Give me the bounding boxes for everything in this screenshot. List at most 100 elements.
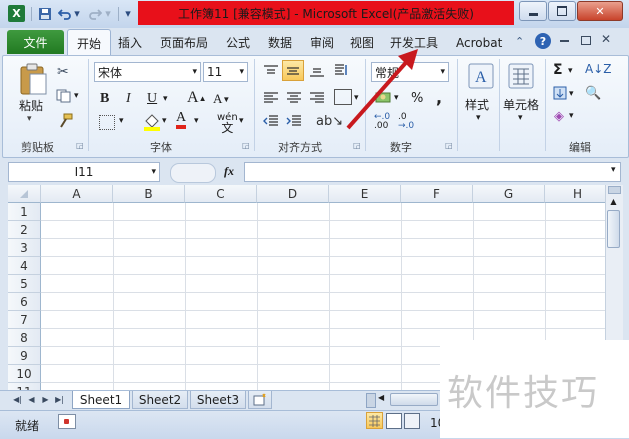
align-left-icon[interactable] [263,91,279,108]
font-color-dropdown-icon[interactable]: ▾ [194,116,199,126]
split-box-handle[interactable] [608,186,621,194]
decrease-indent-icon[interactable] [263,114,279,131]
format-painter-icon[interactable] [57,113,73,132]
close-button[interactable]: ✕ [577,1,623,21]
undo-icon[interactable] [56,5,73,22]
row-header[interactable]: 9 [8,347,41,365]
tab-insert[interactable]: 插入 [118,33,142,53]
paste-dropdown-icon[interactable]: ▾ [27,114,32,124]
tab-formulas[interactable]: 公式 [226,33,250,53]
formula-bar-divider-handle[interactable] [170,163,216,183]
number-launcher-icon[interactable]: ◲ [445,141,453,150]
phonetic-dropdown-icon[interactable]: ▾ [239,116,244,126]
column-header[interactable]: C [185,185,257,203]
next-sheet-icon[interactable]: ▶ [40,393,51,405]
save-icon[interactable] [36,5,53,22]
clear-icon[interactable]: ◈ [554,109,564,124]
normal-view-button[interactable] [366,412,383,429]
cells-icon[interactable] [508,63,534,92]
row-header[interactable]: 11 [8,383,41,390]
minimize-button[interactable] [519,1,547,21]
find-select-icon[interactable]: 🔍 [585,86,601,101]
redo-dropdown-icon[interactable]: ▾ [103,5,113,22]
copy-icon[interactable] [56,89,72,106]
tab-review[interactable]: 审阅 [310,33,334,53]
increase-indent-icon[interactable] [286,114,302,131]
align-center-icon[interactable] [286,91,302,108]
redo-icon[interactable] [86,5,103,22]
row-header[interactable]: 2 [8,221,41,239]
last-sheet-icon[interactable]: ▶| [54,393,65,405]
styles-dropdown-icon[interactable]: ▾ [476,113,481,123]
font-color-button[interactable]: A [176,111,187,129]
styles-icon[interactable]: A [468,63,494,92]
autosum-dropdown-icon[interactable]: ▾ [568,66,573,76]
tab-split-handle[interactable] [366,393,376,408]
cut-icon[interactable]: ✂ [57,64,69,80]
clear-dropdown-icon[interactable]: ▾ [569,111,574,121]
insert-function-button[interactable]: fx [224,164,234,179]
select-all-corner[interactable] [8,185,41,203]
insert-sheet-button[interactable] [248,391,272,409]
clipboard-launcher-icon[interactable]: ◲ [76,141,84,150]
page-layout-view-icon[interactable] [386,413,402,429]
maximize-button[interactable] [548,1,576,21]
fill-color-dropdown-icon[interactable]: ▾ [162,116,167,126]
fill-icon[interactable] [553,86,567,103]
tab-home[interactable]: 开始 [67,29,111,56]
row-header[interactable]: 7 [8,311,41,329]
comma-button[interactable]: , [436,88,442,107]
phonetic-guide-button[interactable]: wén 文 [217,113,238,135]
tab-data[interactable]: 数据 [268,33,292,53]
sheet-tab-sheet1[interactable]: Sheet1 [72,391,130,409]
align-bottom-icon[interactable] [309,64,325,81]
paste-button[interactable] [18,62,48,99]
shrink-font-button[interactable]: A ▼ [213,91,230,107]
column-header[interactable]: D [257,185,329,203]
row-header[interactable]: 6 [8,293,41,311]
doc-minimize-icon[interactable] [560,40,569,42]
column-header[interactable]: G [473,185,545,203]
grow-font-button[interactable]: A ▲ [187,89,206,107]
row-header[interactable]: 3 [8,239,41,257]
name-box[interactable]: I11 ▾ [8,162,160,182]
underline-button[interactable]: U [147,91,157,107]
scroll-left-icon[interactable]: ◀ [378,393,384,402]
column-header[interactable]: F [401,185,473,203]
styles-button[interactable]: 样式 [465,96,489,113]
sort-filter-icon[interactable]: A↓Z [585,62,611,76]
tab-acrobat[interactable]: Acrobat [456,33,502,53]
fill-dropdown-icon[interactable]: ▾ [569,89,574,99]
bold-button[interactable]: B [100,91,109,107]
doc-restore-icon[interactable] [581,36,591,45]
row-header[interactable]: 1 [8,203,41,221]
undo-dropdown-icon[interactable]: ▾ [72,5,82,22]
autosum-button[interactable]: Σ [553,62,563,78]
row-header[interactable]: 4 [8,257,41,275]
help-icon[interactable]: ? [535,33,551,49]
minimize-ribbon-icon[interactable]: ⌃ [515,35,524,48]
expand-formula-icon[interactable]: ▾ [611,165,616,175]
fill-color-icon[interactable] [143,113,161,134]
vertical-scroll-thumb[interactable] [607,210,620,248]
borders-dropdown-icon[interactable]: ▾ [119,116,124,126]
sheet-tab-sheet2[interactable]: Sheet2 [132,391,188,409]
column-header[interactable]: H [545,185,605,203]
page-break-view-icon[interactable] [404,413,420,429]
customize-qat-icon[interactable]: ▾ [122,5,134,22]
column-header[interactable]: A [41,185,113,203]
macro-record-icon[interactable] [58,414,76,429]
tab-page-layout[interactable]: 页面布局 [160,33,208,53]
row-header[interactable]: 8 [8,329,41,347]
excel-app-icon[interactable]: X [8,5,25,22]
align-right-icon[interactable] [309,91,325,108]
copy-dropdown-icon[interactable]: ▾ [74,91,79,101]
doc-close-icon[interactable]: ✕ [601,32,611,46]
font-launcher-icon[interactable]: ◲ [242,141,250,150]
row-header[interactable]: 5 [8,275,41,293]
column-header[interactable]: B [113,185,185,203]
cells-dropdown-icon[interactable]: ▾ [518,113,523,123]
italic-button[interactable]: I [126,91,131,107]
row-header[interactable]: 10 [8,365,41,383]
underline-dropdown-icon[interactable]: ▾ [163,94,168,104]
